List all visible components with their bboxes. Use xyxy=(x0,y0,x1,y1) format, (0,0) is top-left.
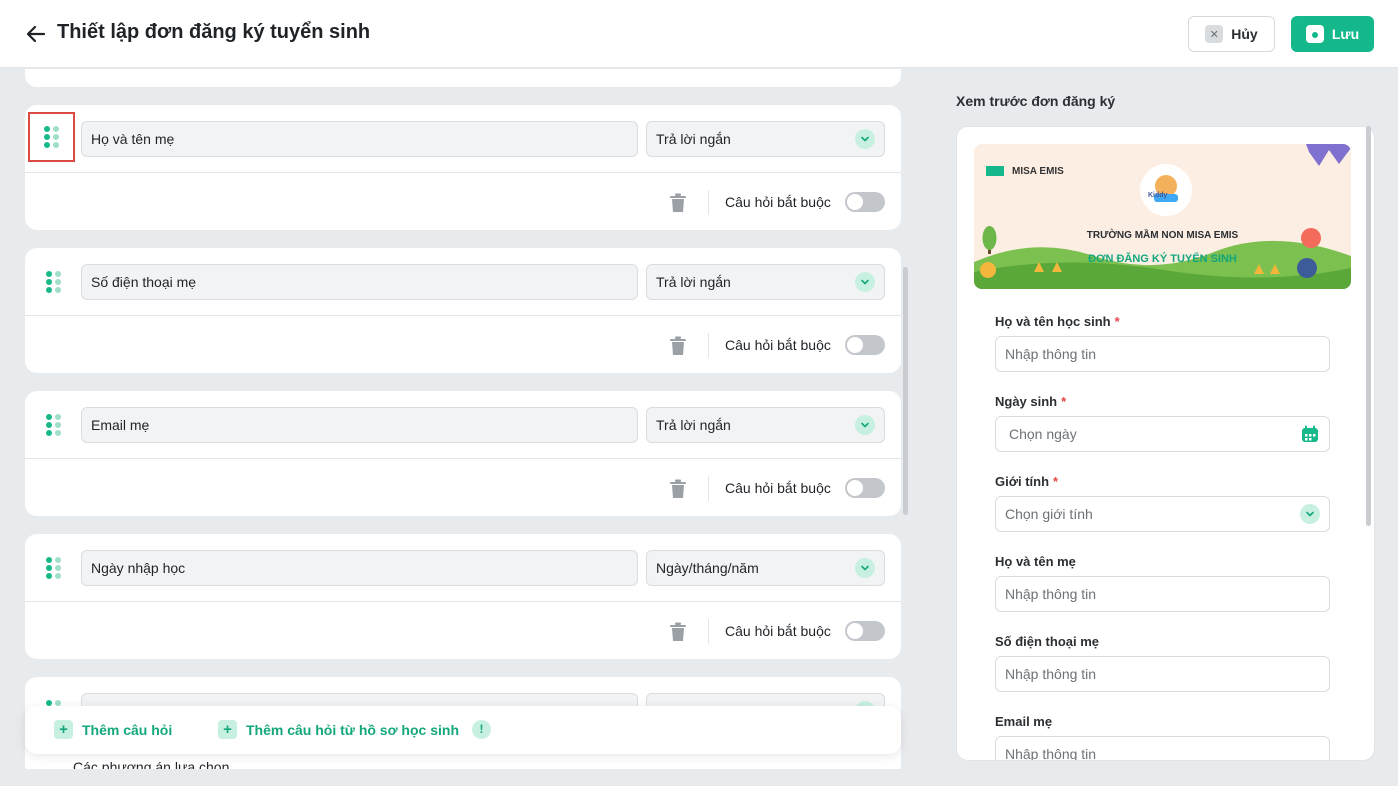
editor-scrollbar[interactable] xyxy=(903,267,908,515)
question-type-select[interactable]: Ngày/tháng/năm xyxy=(646,550,885,586)
info-icon[interactable]: ! xyxy=(472,720,491,739)
cancel-button[interactable]: ✕ Hủy xyxy=(1188,16,1275,52)
question-row: Email mẹ Trả lời ngắn xyxy=(25,391,901,459)
question-title-input[interactable]: Số điện thoại mẹ xyxy=(81,264,638,300)
mother-phone-input[interactable]: Nhập thông tin xyxy=(995,656,1330,692)
field-label-birthdate: Ngày sinh * xyxy=(995,394,1067,409)
close-icon: ✕ xyxy=(1205,25,1224,43)
question-card: Số điện thoại mẹ Trả lời ngắn Câu hỏi bắ… xyxy=(25,248,901,373)
brand-logo-text: MISA EMIS xyxy=(1012,166,1064,177)
question-type-select[interactable]: Trả lời ngắn xyxy=(646,264,885,300)
divider xyxy=(708,190,709,215)
field-label-gender: Giới tính * xyxy=(995,474,1059,489)
question-row: Họ và tên mẹ Trả lời ngắn xyxy=(25,105,901,173)
question-type-select[interactable]: Trả lời ngắn xyxy=(646,121,885,157)
divider xyxy=(708,619,709,644)
field-label-student-name: Họ và tên học sinh * xyxy=(995,314,1120,329)
question-card: Họ và tên mẹ Trả lời ngắn Câu hỏi bắt bu… xyxy=(25,105,901,230)
chevron-down-icon xyxy=(855,272,875,292)
save-button-label: Lưu xyxy=(1331,26,1360,42)
gender-placeholder: Chọn giới tính xyxy=(1005,506,1093,522)
save-icon xyxy=(1305,25,1324,43)
trash-icon[interactable] xyxy=(669,336,687,356)
question-title-input[interactable]: Email mẹ xyxy=(81,407,638,443)
question-type-value: Trả lời ngắn xyxy=(656,417,731,433)
school-name: TRƯỜNG MẦM NON MISA EMIS xyxy=(1086,230,1239,241)
plus-icon: + xyxy=(54,720,73,739)
add-question-button[interactable]: + Thêm câu hỏi xyxy=(54,720,172,739)
trash-icon[interactable] xyxy=(669,622,687,642)
required-toggle[interactable] xyxy=(845,335,885,355)
mascot-logo-text: Kiddy xyxy=(1148,192,1168,199)
plus-icon: + xyxy=(218,720,237,739)
required-label: Câu hỏi bắt buộc xyxy=(725,623,831,639)
question-type-value: Ngày/tháng/năm xyxy=(656,560,759,576)
question-card: Ngày nhập học Ngày/tháng/năm Câu hỏi bắt… xyxy=(25,534,901,659)
drag-handle-icon[interactable] xyxy=(40,555,66,581)
question-title-input[interactable]: Họ và tên mẹ xyxy=(81,121,638,157)
question-type-select[interactable]: Trả lời ngắn xyxy=(646,407,885,443)
save-button[interactable]: Lưu xyxy=(1291,16,1374,52)
question-row: Số điện thoại mẹ Trả lời ngắn xyxy=(25,248,901,316)
preview-scrollbar[interactable] xyxy=(1366,126,1371,526)
add-from-profile-label: Thêm câu hỏi từ hồ sơ học sinh xyxy=(246,721,459,738)
form-title: ĐƠN ĐĂNG KÝ TUYỂN SINH xyxy=(1088,253,1237,265)
arrow-left-icon[interactable] xyxy=(24,22,48,46)
trash-icon[interactable] xyxy=(669,193,687,213)
birthdate-placeholder: Chọn ngày xyxy=(1009,426,1077,442)
required-label: Câu hỏi bắt buộc xyxy=(725,337,831,353)
required-toggle[interactable] xyxy=(845,192,885,212)
field-label-mother-phone: Số điện thoại mẹ xyxy=(995,634,1100,649)
field-label-mother-name: Họ và tên mẹ xyxy=(995,554,1076,569)
calendar-icon xyxy=(1302,425,1318,442)
cancel-button-label: Hủy xyxy=(1231,26,1258,42)
gender-select[interactable]: Chọn giới tính xyxy=(995,496,1330,532)
required-label: Câu hỏi bắt buộc xyxy=(725,194,831,210)
required-toggle[interactable] xyxy=(845,621,885,641)
question-type-value: Trả lời ngắn xyxy=(656,131,731,147)
question-editor: Họ và tên mẹ Trả lời ngắn Câu hỏi bắt bu… xyxy=(0,69,920,769)
drag-handle-icon[interactable] xyxy=(28,112,75,162)
add-question-from-profile-button[interactable]: + Thêm câu hỏi từ hồ sơ học sinh ! xyxy=(218,720,491,739)
preview-title: Xem trước đơn đăng ký xyxy=(956,93,1116,109)
question-row: Ngày nhập học Ngày/tháng/năm xyxy=(25,534,901,602)
chevron-down-icon xyxy=(1300,504,1320,524)
chevron-down-icon xyxy=(855,415,875,435)
options-label: Các phương án lựa chọn xyxy=(73,759,230,769)
chevron-down-icon xyxy=(855,558,875,578)
add-question-bar: + Thêm câu hỏi + Thêm câu hỏi từ hồ sơ h… xyxy=(25,706,901,754)
page-title: Thiết lập đơn đăng ký tuyển sinh xyxy=(57,21,371,43)
field-label-mother-email: Email mẹ xyxy=(995,714,1053,729)
drag-handle-icon[interactable] xyxy=(40,269,66,295)
mother-name-input[interactable]: Nhập thông tin xyxy=(995,576,1330,612)
preview-panel: MISA EMIS Kiddy TRƯỜNG MẦM NON MISA EMIS… xyxy=(956,126,1375,761)
form-banner: MISA EMIS Kiddy TRƯỜNG MẦM NON MISA EMIS… xyxy=(974,144,1351,289)
required-label: Câu hỏi bắt buộc xyxy=(725,480,831,496)
student-name-input[interactable]: Nhập thông tin xyxy=(995,336,1330,372)
chevron-down-icon xyxy=(855,129,875,149)
question-card: Email mẹ Trả lời ngắn Câu hỏi bắt buộc xyxy=(25,391,901,516)
trash-icon[interactable] xyxy=(669,479,687,499)
header-bar: Thiết lập đơn đăng ký tuyển sinh ✕ Hủy L… xyxy=(0,0,1398,68)
add-question-label: Thêm câu hỏi xyxy=(82,721,173,738)
divider xyxy=(708,333,709,358)
birthdate-picker[interactable]: Chọn ngày xyxy=(995,416,1330,452)
question-type-value: Trả lời ngắn xyxy=(656,274,731,290)
previous-question-card xyxy=(25,69,901,87)
question-title-input[interactable]: Ngày nhập học xyxy=(81,550,638,586)
required-toggle[interactable] xyxy=(845,478,885,498)
drag-handle-icon[interactable] xyxy=(40,412,66,438)
divider xyxy=(708,476,709,501)
mother-email-input[interactable]: Nhập thông tin xyxy=(995,736,1330,760)
